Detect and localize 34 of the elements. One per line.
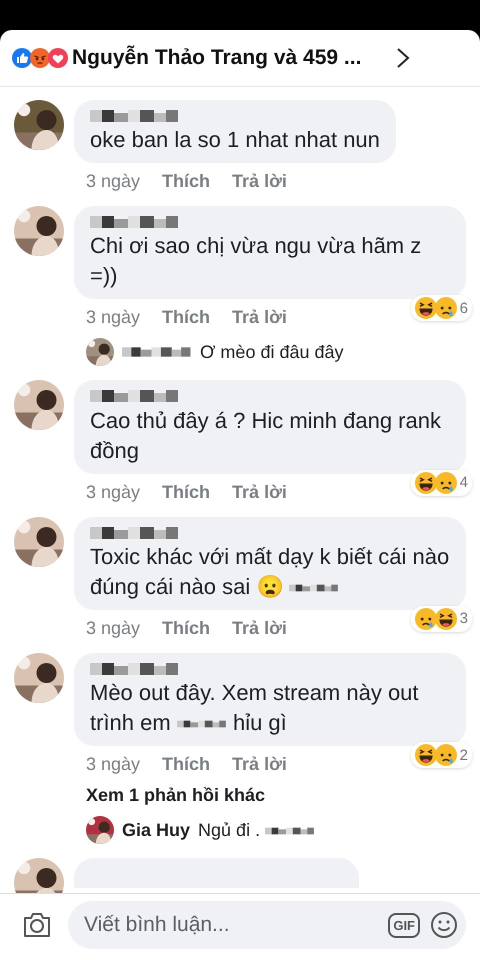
comment-time: 3 ngày	[86, 482, 140, 503]
reply-author[interactable]: Gia Huy	[122, 820, 190, 841]
comment-text: Toxic khác với mất dạy k biết cái nào đúng cái nào sai 😦	[90, 542, 450, 601]
reply-text: Ơ mèo đi đâu đây	[200, 342, 344, 363]
reaction-summary[interactable]: 3	[410, 606, 472, 632]
comment-text: Mèo out đây. Xem stream này out trình em hỉu gì	[90, 679, 420, 738]
comment-time: 3 ngày	[86, 754, 140, 776]
like-link[interactable]: Thích	[162, 171, 210, 192]
chevron-right-icon[interactable]	[396, 47, 410, 69]
smiley-icon[interactable]	[430, 911, 458, 939]
reaction-summary[interactable]: 4	[410, 470, 472, 496]
comment-text: Chi ơi sao chị vừa ngu vừa hãm z =))	[90, 232, 422, 290]
like-link[interactable]: Thích	[162, 482, 210, 503]
reply-link[interactable]: Trả lời	[232, 307, 287, 328]
reaction-summary[interactable]: 2	[410, 742, 472, 768]
comment-time: 3 ngày	[86, 171, 140, 192]
reply-text: Ngủ đi .	[198, 820, 316, 841]
camera-icon[interactable]	[22, 912, 52, 938]
more-replies-link[interactable]: Xem 1 phản hồi khác	[86, 785, 266, 806]
like-link[interactable]: Thích	[162, 754, 210, 776]
reply-link[interactable]: Trả lời	[232, 482, 287, 503]
comment-input[interactable]: Viết bình luận... GIF	[68, 901, 466, 949]
gif-button[interactable]: GIF	[388, 912, 420, 938]
comment-text: oke ban la so 1 nhat nhat nun	[90, 126, 380, 154]
like-link[interactable]: Thích	[162, 618, 210, 639]
reply-link[interactable]: Trả lời	[232, 171, 287, 192]
reaction-summary[interactable]: 6	[410, 295, 472, 322]
comment-time: 3 ngày	[86, 618, 140, 639]
reply-link[interactable]: Trả lời	[232, 754, 287, 776]
comment-time: 3 ngày	[86, 307, 140, 328]
reactors-summary[interactable]: Nguyễn Thảo Trang và 459 ...	[72, 46, 396, 70]
comment-text: Cao thủ đây á ? Hic minh đang rank đồng	[90, 406, 442, 465]
like-link[interactable]: Thích	[162, 307, 210, 328]
reply-link[interactable]: Trả lời	[232, 618, 287, 639]
